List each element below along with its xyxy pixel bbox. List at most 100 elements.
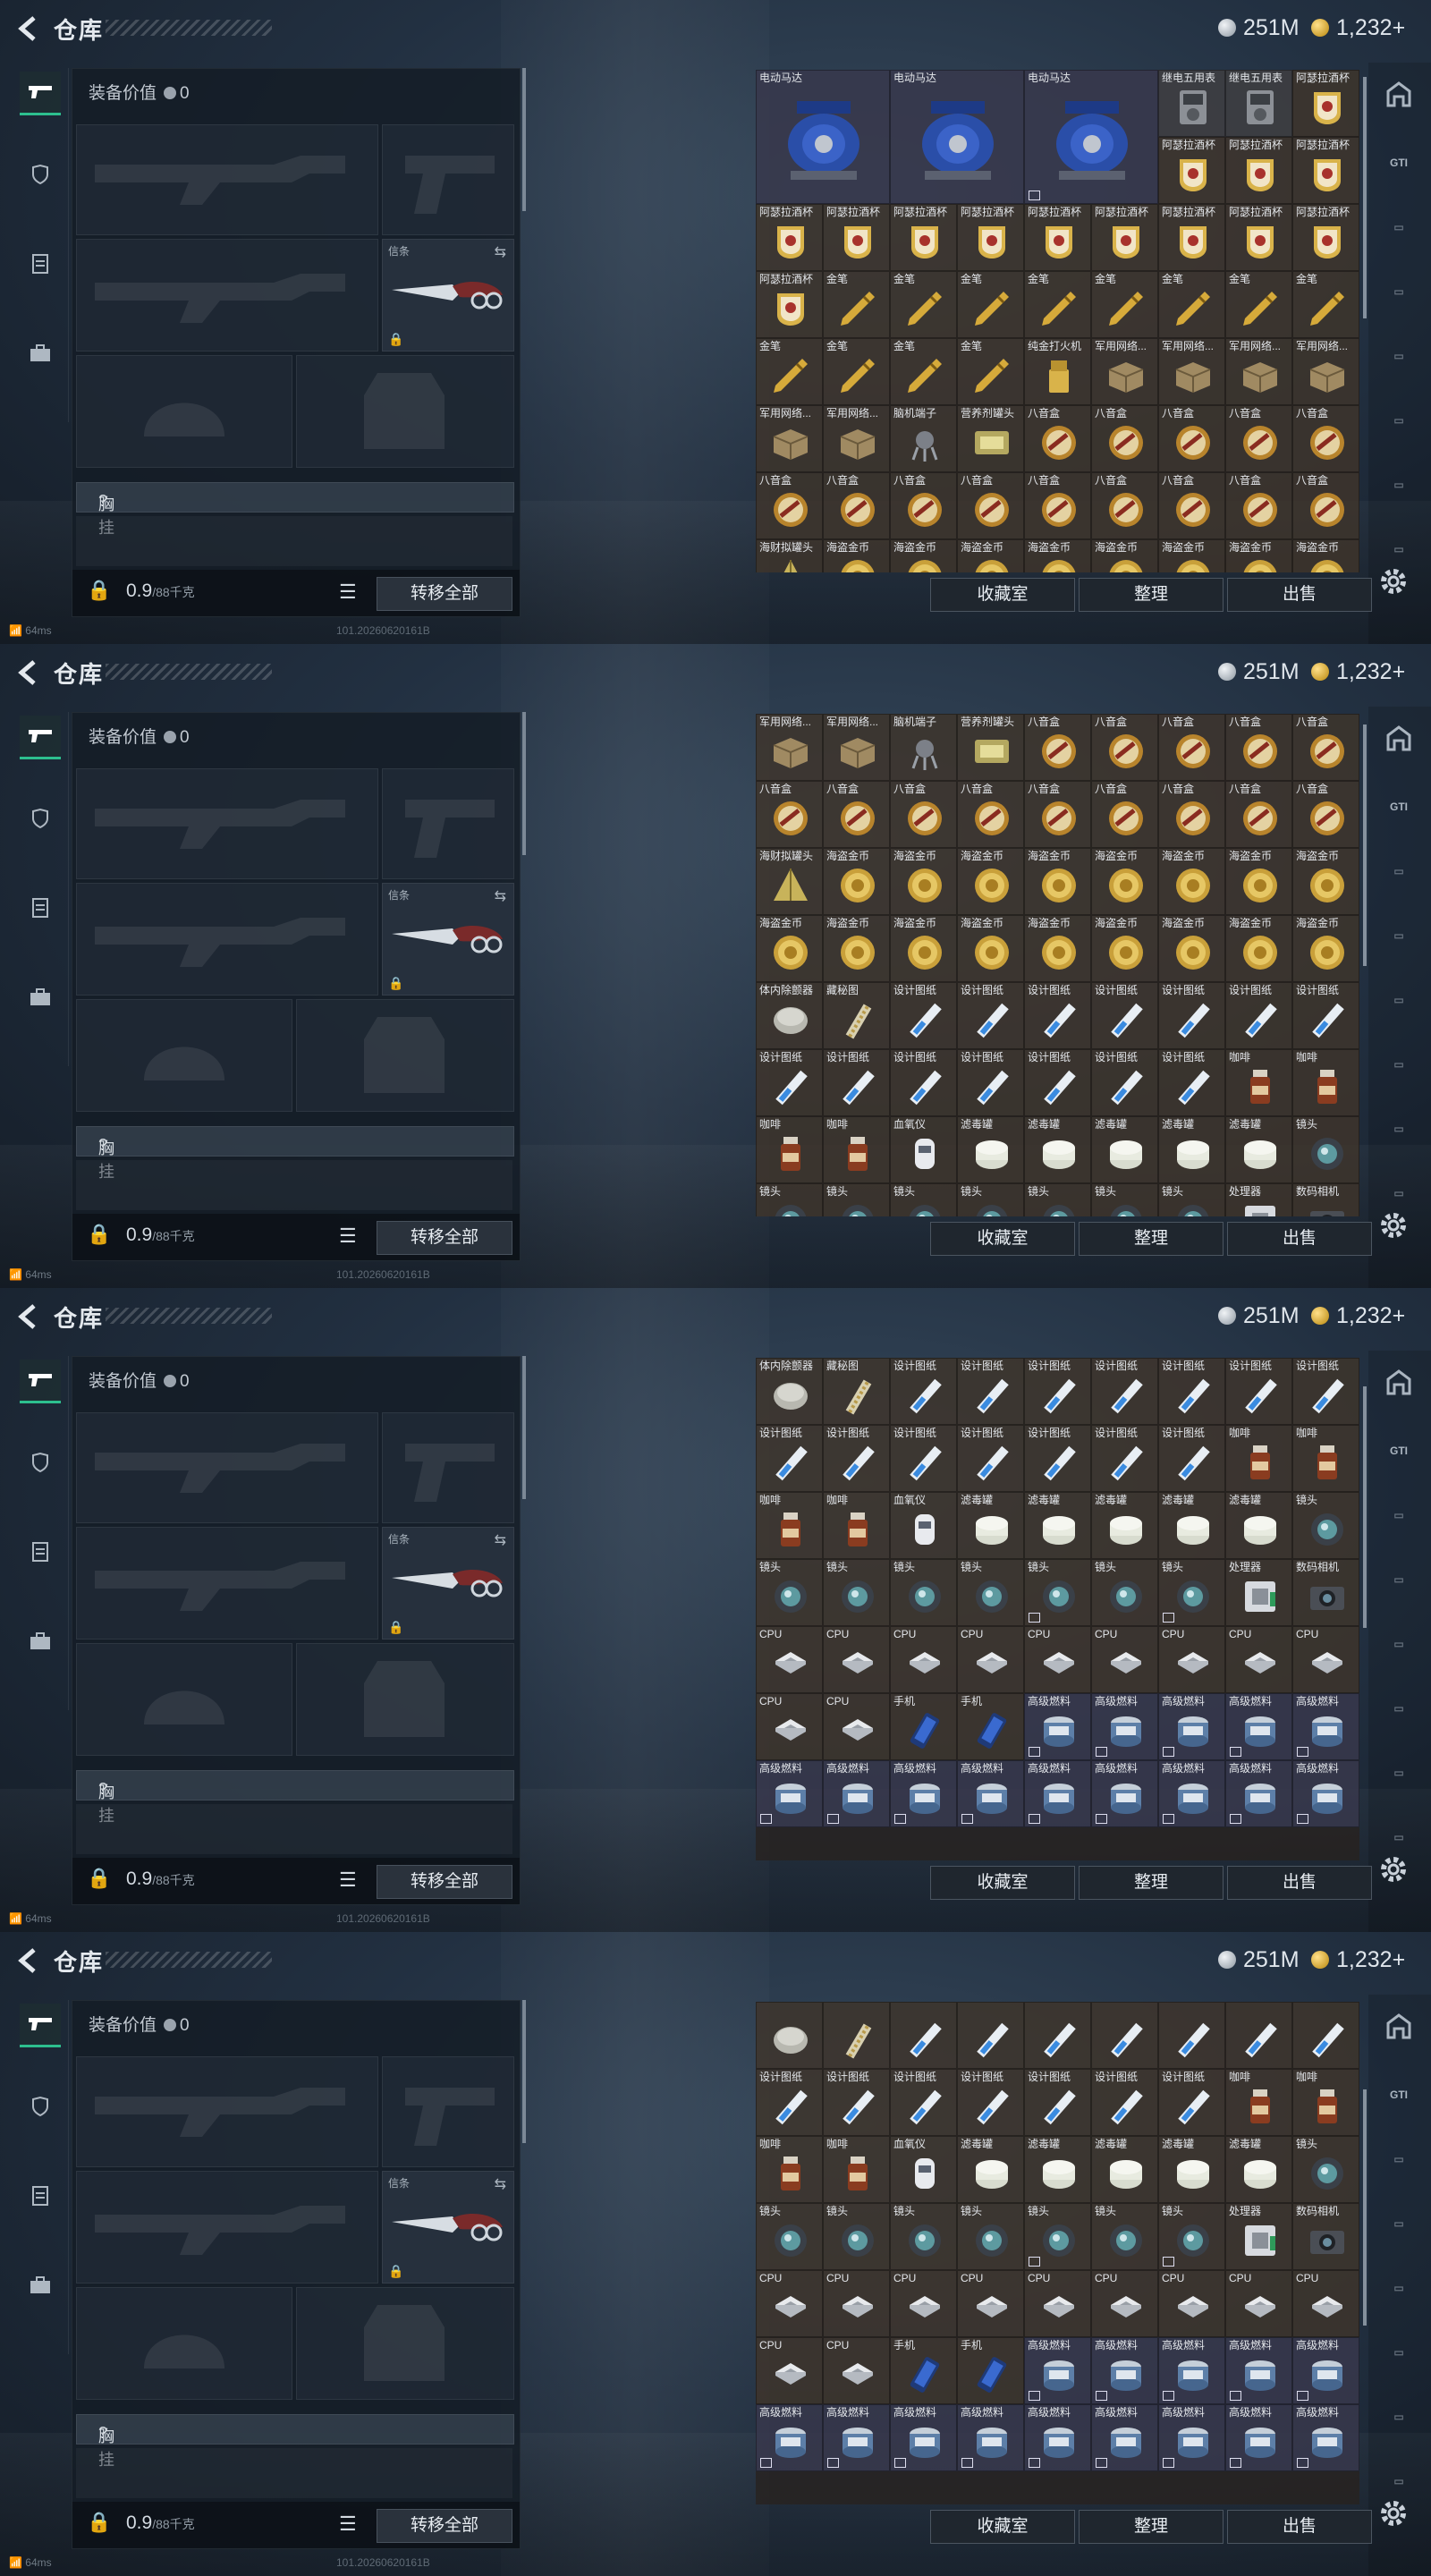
rig-help-icon[interactable]: ? <box>98 2424 107 2443</box>
stash-tab-icon[interactable]: ▭ <box>1376 402 1422 438</box>
stash-item-cell[interactable]: 高级燃料 <box>823 2404 890 2471</box>
stash-item-cell[interactable]: 设计图纸 <box>1225 1358 1292 1425</box>
stash-tab-icon[interactable]: ▭ <box>1376 2206 1422 2241</box>
stash-scrollbar[interactable] <box>1363 77 1367 318</box>
stash-tab-gti-icon[interactable]: GTI <box>1376 145 1422 181</box>
transfer-all-button[interactable]: 转移全部 <box>377 2509 512 2543</box>
stash-item-cell[interactable]: 海盗金币 <box>823 539 890 572</box>
stash-item-cell[interactable]: 八音盒 <box>1292 472 1359 539</box>
stash-item-cell[interactable]: 设计图纸 <box>823 1425 890 1492</box>
stash-item-cell[interactable]: 设计图纸 <box>1024 1049 1091 1116</box>
rig-help-icon[interactable]: ? <box>98 1780 107 1799</box>
stash-item-cell[interactable]: 高级燃料 <box>756 2404 823 2471</box>
stash-item-cell[interactable]: 滤毒罐 <box>1091 1116 1158 1183</box>
stash-item-cell[interactable]: 镜头 <box>957 2203 1024 2270</box>
stash-item-cell[interactable]: 阿瑟拉酒杯 <box>1292 70 1359 137</box>
rig-header[interactable]: 胸挂 ? <box>76 1126 514 1181</box>
stash-item-cell[interactable]: 镜头 <box>1292 1116 1359 1183</box>
stash-item-cell[interactable]: 设计图纸 <box>1158 1425 1225 1492</box>
stash-item-cell[interactable]: CPU <box>890 2270 957 2337</box>
stash-item-cell[interactable]: 高级燃料 <box>1158 2337 1225 2404</box>
stash-item-cell[interactable]: 高级燃料 <box>1225 1760 1292 1827</box>
stash-tab-icon[interactable]: ▭ <box>1376 531 1422 567</box>
stash-item-cell[interactable]: 咖啡 <box>756 1116 823 1183</box>
stash-item-cell[interactable]: 金笔 <box>957 338 1024 405</box>
stash-item-cell[interactable]: 设计图纸 <box>1158 2069 1225 2136</box>
stash-home-icon[interactable] <box>1376 2012 1422 2048</box>
stash-item-cell[interactable]: 军用网络... <box>756 714 823 781</box>
stash-item-cell[interactable] <box>890 2002 957 2069</box>
stash-item-cell[interactable]: 滤毒罐 <box>1158 1492 1225 1559</box>
stash-tab-icon[interactable]: ▭ <box>1376 1562 1422 1597</box>
stash-item-cell[interactable]: 金笔 <box>1158 271 1225 338</box>
armor-slot[interactable] <box>296 999 514 1112</box>
armor-slot[interactable] <box>296 355 514 468</box>
sort-button[interactable]: 整理 <box>1079 2510 1224 2544</box>
nav-backpack-icon[interactable] <box>20 333 61 374</box>
gold-add-button[interactable]: + <box>1393 659 1406 685</box>
stash-item-cell[interactable]: 滤毒罐 <box>1158 1116 1225 1183</box>
stash-item-cell[interactable]: 设计图纸 <box>1292 1358 1359 1425</box>
stash-item-cell[interactable]: CPU <box>1158 2270 1225 2337</box>
stash-item-cell[interactable]: CPU <box>756 2270 823 2337</box>
stash-tab-icon[interactable]: ▭ <box>1376 338 1422 374</box>
nav-backpack-icon[interactable] <box>20 977 61 1018</box>
equipment-scrollbar[interactable] <box>522 712 526 855</box>
sort-button[interactable]: 整理 <box>1079 578 1224 612</box>
stash-home-icon[interactable] <box>1376 1368 1422 1404</box>
stash-item-cell[interactable]: 高级燃料 <box>823 1760 890 1827</box>
stash-item-cell[interactable]: 八音盒 <box>1091 781 1158 848</box>
stash-item-cell[interactable]: 镜头 <box>1024 1559 1091 1626</box>
stash-item-cell[interactable]: 镜头 <box>1024 1183 1091 1216</box>
stash-item-cell[interactable]: 金笔 <box>823 338 890 405</box>
rig-help-icon[interactable]: ? <box>98 1136 107 1155</box>
stash-item-cell[interactable]: 海盗金币 <box>957 539 1024 572</box>
stash-item-cell[interactable]: 处理器 <box>1225 1559 1292 1626</box>
stash-tab-icon[interactable]: ▭ <box>1376 1046 1422 1082</box>
stash-tab-icon[interactable]: ▭ <box>1376 274 1422 309</box>
stash-item-cell[interactable]: 军用网络... <box>1225 338 1292 405</box>
stash-tab-icon[interactable]: ▭ <box>1376 2270 1422 2306</box>
stash-tab-gti-icon[interactable]: GTI <box>1376 2077 1422 2113</box>
stash-tab-icon[interactable]: ▭ <box>1376 1175 1422 1211</box>
melee-slot[interactable]: 信条 ⇆ 🔒 <box>382 239 514 352</box>
stash-item-cell[interactable]: 镜头 <box>823 1183 890 1216</box>
stash-tab-icon[interactable]: ▭ <box>1376 1626 1422 1662</box>
stash-item-cell[interactable] <box>823 2002 890 2069</box>
stash-item-cell[interactable]: 镜头 <box>756 2203 823 2270</box>
stash-item-cell[interactable]: 镜头 <box>823 2203 890 2270</box>
stash-item-cell[interactable]: 设计图纸 <box>1158 1358 1225 1425</box>
secondary-weapon-slot[interactable] <box>76 883 378 996</box>
list-view-icon[interactable]: ☰ <box>339 580 357 604</box>
stash-item-cell[interactable]: 高级燃料 <box>1024 1760 1091 1827</box>
back-arrow-icon[interactable] <box>13 1301 45 1333</box>
nav-rig-icon[interactable] <box>20 887 61 928</box>
back-arrow-icon[interactable] <box>13 13 45 45</box>
stash-item-cell[interactable]: 咖啡 <box>823 1116 890 1183</box>
stash-item-cell[interactable]: 高级燃料 <box>1024 2404 1091 2471</box>
stash-item-cell[interactable]: 高级燃料 <box>890 1760 957 1827</box>
stash-item-cell[interactable]: 八音盒 <box>1091 714 1158 781</box>
stash-item-cell[interactable]: 高级燃料 <box>756 1760 823 1827</box>
list-view-icon[interactable]: ☰ <box>339 1224 357 1248</box>
helmet-slot[interactable] <box>76 355 292 468</box>
stash-item-cell[interactable]: 设计图纸 <box>1024 1425 1091 1492</box>
stash-item-cell[interactable]: 海盗金币 <box>1225 915 1292 982</box>
stash-item-cell[interactable]: 滤毒罐 <box>1225 2136 1292 2203</box>
stash-item-cell[interactable]: CPU <box>957 2270 1024 2337</box>
stash-item-cell[interactable]: 海盗金币 <box>1292 539 1359 572</box>
stash-item-cell[interactable]: 咖啡 <box>756 1492 823 1559</box>
melee-slot[interactable]: 信条 ⇆ 🔒 <box>382 1527 514 1640</box>
stash-item-cell[interactable]: 八音盒 <box>1225 714 1292 781</box>
stash-item-cell[interactable]: 镜头 <box>1158 1183 1225 1216</box>
rig-slot[interactable] <box>76 2448 512 2498</box>
stash-item-cell[interactable]: 滤毒罐 <box>1158 2136 1225 2203</box>
stash-item-cell[interactable]: 镜头 <box>1024 2203 1091 2270</box>
gold-currency[interactable]: 1,232 + <box>1311 14 1405 41</box>
stash-item-cell[interactable]: 阿瑟拉酒杯 <box>1091 204 1158 271</box>
stash-item-cell[interactable]: 设计图纸 <box>957 982 1024 1049</box>
stash-item-cell[interactable]: 金笔 <box>1024 271 1091 338</box>
stash-item-cell[interactable]: 八音盒 <box>1024 781 1091 848</box>
rig-slot[interactable] <box>76 1160 512 1210</box>
stash-item-cell[interactable]: 高级燃料 <box>957 2404 1024 2471</box>
